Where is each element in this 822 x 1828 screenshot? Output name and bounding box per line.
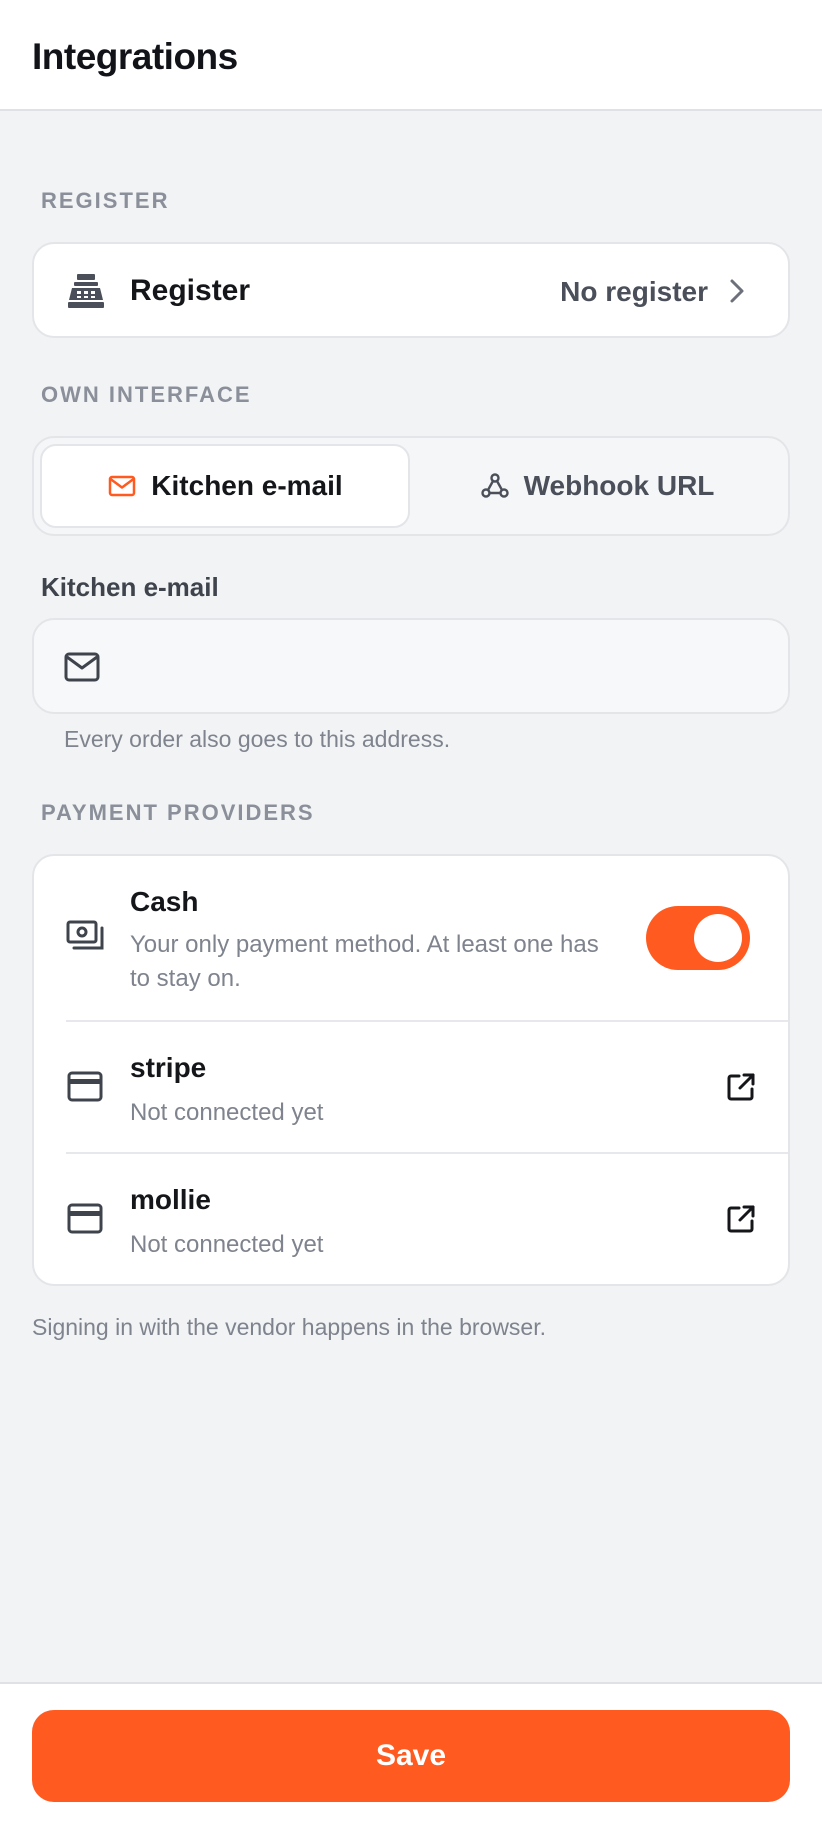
provider-description: Not connected yet xyxy=(130,1231,324,1258)
register-row[interactable]: Register No register xyxy=(32,242,790,338)
kitchen-email-field[interactable] xyxy=(32,618,790,714)
payment-providers-note: Signing in with the vendor happens in th… xyxy=(32,1314,546,1340)
save-button[interactable]: Save xyxy=(32,1710,790,1802)
provider-row-cash: Cash Your only payment method. At least … xyxy=(34,856,788,1020)
kitchen-email-label: Kitchen e-mail xyxy=(41,572,219,602)
bottom-action-bar: Save xyxy=(0,1682,822,1828)
credit-card-icon xyxy=(67,1071,103,1102)
section-label-own-interface: OWN INTERFACE xyxy=(41,382,252,407)
credit-card-icon xyxy=(67,1203,103,1234)
provider-description: Your only payment method. At least one h… xyxy=(130,931,599,992)
register-value: No register xyxy=(560,276,708,307)
kitchen-email-input[interactable] xyxy=(124,634,764,698)
webhook-icon xyxy=(480,473,509,498)
section-label-payment-providers: PAYMENT PROVIDERS xyxy=(41,800,315,825)
provider-name: mollie xyxy=(130,1184,211,1215)
cash-toggle[interactable] xyxy=(646,906,750,970)
provider-row-stripe[interactable]: stripe Not connected yet xyxy=(34,1022,788,1152)
external-link-icon[interactable] xyxy=(726,1204,756,1234)
tab-label: Kitchen e-mail xyxy=(151,470,343,501)
provider-name: Cash xyxy=(130,886,199,917)
payment-providers-list: Cash Your only payment method. At least … xyxy=(32,854,790,1286)
cash-register-icon xyxy=(68,274,104,308)
external-link-icon[interactable] xyxy=(726,1072,756,1102)
kitchen-email-helper: Every order also goes to this address. xyxy=(64,726,451,752)
toggle-knob xyxy=(694,914,742,962)
interface-segmented-control: Kitchen e-mail Webhook URL xyxy=(32,436,790,536)
mail-icon xyxy=(109,475,136,497)
cash-icon xyxy=(66,920,104,950)
page-title: Integrations xyxy=(32,36,238,77)
tab-kitchen-email[interactable]: Kitchen e-mail xyxy=(40,444,410,528)
register-label: Register xyxy=(130,274,251,307)
section-label-register: REGISTER xyxy=(41,188,170,213)
provider-description: Not connected yet xyxy=(130,1099,324,1126)
mail-icon xyxy=(64,652,100,682)
provider-name: stripe xyxy=(130,1052,207,1083)
app-header: Integrations xyxy=(0,0,822,111)
provider-row-mollie[interactable]: mollie Not connected yet xyxy=(34,1154,788,1284)
tab-label: Webhook URL xyxy=(523,470,715,501)
tab-webhook-url[interactable]: Webhook URL xyxy=(412,444,782,528)
chevron-right-icon xyxy=(730,279,744,303)
